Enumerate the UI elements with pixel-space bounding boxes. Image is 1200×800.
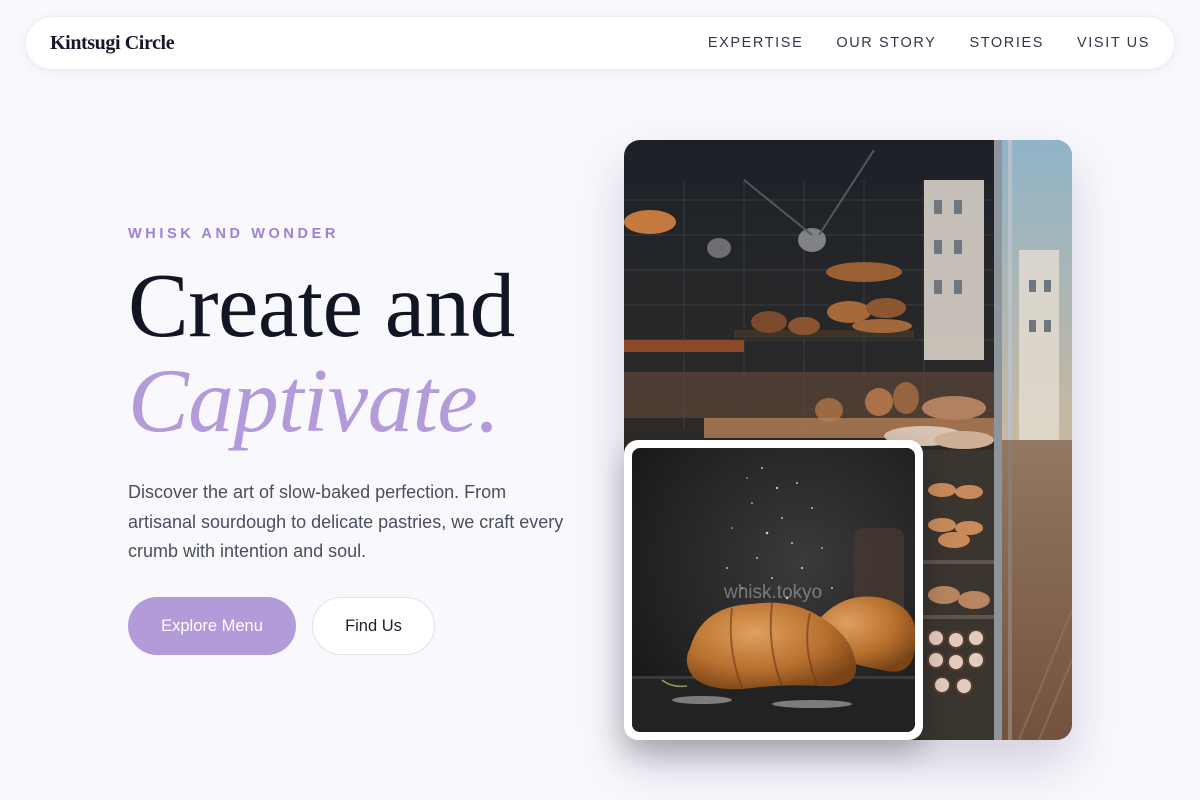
nav-link-visit-us[interactable]: VISIT US: [1077, 35, 1150, 51]
find-us-button[interactable]: Find Us: [312, 597, 435, 655]
brand-logo[interactable]: Kintsugi Circle: [50, 32, 175, 55]
nav-link-our-story[interactable]: OUR STORY: [836, 35, 936, 51]
top-navigation-bar: Kintsugi Circle EXPERTISE OUR STORY STOR…: [25, 16, 1175, 70]
explore-menu-button[interactable]: Explore Menu: [128, 597, 296, 655]
nav-link-expertise[interactable]: EXPERTISE: [708, 35, 804, 51]
nav-links: EXPERTISE OUR STORY STORIES VISIT US: [708, 35, 1150, 51]
hero-title: Create and Captivate.: [128, 258, 598, 448]
hero-description: Discover the art of slow-baked perfectio…: [128, 482, 564, 561]
hero-title-line-1: Create and: [128, 255, 515, 356]
hero-eyebrow: WHISK AND WONDER: [128, 226, 339, 242]
croissant-illustration: whisk.tokyo: [632, 448, 915, 732]
croissant-photo: whisk.tokyo: [632, 448, 915, 732]
croissant-inset-card: whisk.tokyo: [624, 440, 923, 740]
hero-title-line-2: Captivate.: [128, 350, 500, 451]
croissant-watermark: whisk.tokyo: [723, 582, 822, 603]
nav-link-stories[interactable]: STORIES: [969, 35, 1044, 51]
